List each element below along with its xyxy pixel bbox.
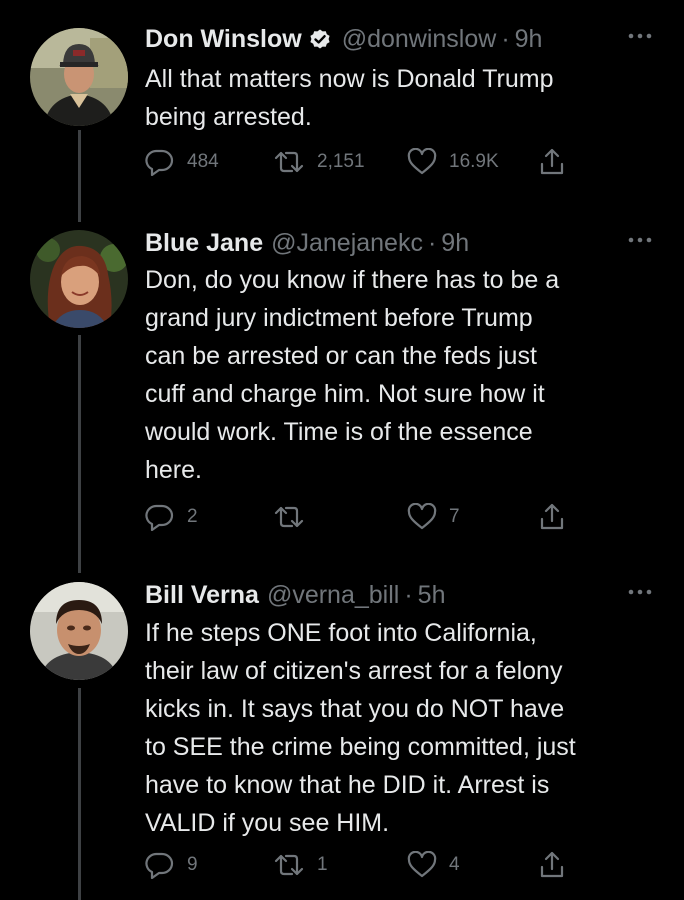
retweet-button[interactable] bbox=[273, 502, 317, 532]
tweet-header: Bill Verna @verna_bill · 5h bbox=[145, 578, 445, 612]
reply-count: 2 bbox=[187, 506, 198, 527]
reply-count: 484 bbox=[187, 151, 219, 172]
share-icon bbox=[538, 502, 566, 532]
display-name[interactable]: Bill Verna bbox=[145, 581, 259, 610]
avatar[interactable] bbox=[30, 230, 128, 328]
like-count: 16.9K bbox=[449, 151, 499, 172]
more-dots-icon[interactable] bbox=[626, 230, 654, 250]
action-bar: 9 1 4 bbox=[145, 850, 585, 880]
retweet-count: 2,151 bbox=[317, 151, 365, 172]
avatar[interactable] bbox=[30, 28, 128, 126]
reply-button[interactable]: 9 bbox=[145, 850, 198, 880]
retweet-count: 1 bbox=[317, 854, 328, 875]
handle[interactable]: @verna_bill bbox=[267, 581, 399, 610]
text-line: If he steps ONE foot into California, bbox=[145, 619, 537, 647]
share-icon bbox=[538, 147, 566, 177]
verified-badge-icon bbox=[308, 27, 332, 51]
share-button[interactable] bbox=[538, 147, 566, 177]
timestamp[interactable]: 9h bbox=[441, 229, 469, 258]
thread-connector bbox=[78, 335, 81, 573]
more-dots-icon[interactable] bbox=[626, 26, 654, 46]
text-line: Don, do you know if there has to be a bbox=[145, 266, 560, 294]
share-button[interactable] bbox=[538, 850, 566, 880]
text-line: cuff and charge him. Not sure how it bbox=[145, 380, 545, 408]
separator-dot: · bbox=[404, 580, 413, 609]
text-line: can be arrested or can the feds just bbox=[145, 342, 537, 370]
more-dots-icon[interactable] bbox=[626, 582, 654, 602]
like-count: 4 bbox=[449, 854, 460, 875]
like-button[interactable]: 4 bbox=[407, 850, 460, 880]
display-name[interactable]: Don Winslow bbox=[145, 25, 302, 54]
like-button[interactable]: 16.9K bbox=[407, 147, 499, 177]
reply-button[interactable]: 484 bbox=[145, 147, 219, 177]
separator-dot: · bbox=[427, 228, 437, 257]
share-button[interactable] bbox=[538, 502, 566, 532]
action-bar: 484 2,151 16.9K bbox=[145, 147, 585, 177]
tweet-text: Don, do you know if there has to be a gr… bbox=[145, 261, 665, 489]
share-icon bbox=[538, 850, 566, 880]
avatar[interactable] bbox=[30, 582, 128, 680]
thread-connector bbox=[78, 688, 81, 900]
reply-count: 9 bbox=[187, 854, 198, 875]
retweet-icon bbox=[273, 503, 305, 531]
heart-icon bbox=[407, 148, 437, 176]
text-line: VALID if you see HIM. bbox=[145, 809, 390, 837]
handle[interactable]: @donwinslow bbox=[342, 25, 497, 54]
text-line: have to know that he DID it. Arrest is bbox=[145, 771, 550, 799]
display-name[interactable]: Blue Jane bbox=[145, 229, 263, 258]
like-count: 7 bbox=[449, 506, 460, 527]
text-line: their law of citizen's arrest for a felo… bbox=[145, 657, 563, 685]
action-bar: 2 7 bbox=[145, 502, 585, 532]
text-line: to SEE the crime being committed, just bbox=[145, 733, 576, 761]
text-line: here. bbox=[145, 456, 202, 484]
timestamp[interactable]: 9h bbox=[515, 25, 543, 54]
reply-icon bbox=[145, 851, 175, 879]
reply-icon bbox=[145, 148, 175, 176]
retweet-icon bbox=[273, 851, 305, 879]
tweet-header: Don Winslow @donwinslow · 9h bbox=[145, 22, 542, 56]
tweet-text: All that matters now is Donald Trump bei… bbox=[145, 60, 665, 136]
like-button[interactable]: 7 bbox=[407, 502, 460, 532]
heart-icon bbox=[407, 503, 437, 531]
tweet-header: Blue Jane @Janejanekc · 9h bbox=[145, 226, 469, 260]
text-line: grand jury indictment before Trump bbox=[145, 304, 533, 332]
retweet-button[interactable]: 2,151 bbox=[273, 147, 365, 177]
thread-connector bbox=[78, 130, 81, 222]
heart-icon bbox=[407, 851, 437, 879]
reply-icon bbox=[145, 503, 175, 531]
text-line: All that matters now is Donald Trump bbox=[145, 65, 554, 93]
handle[interactable]: @Janejanekc bbox=[271, 229, 423, 258]
retweet-icon bbox=[273, 148, 305, 176]
text-line: being arrested. bbox=[145, 103, 312, 131]
tweet-text: If he steps ONE foot into California, th… bbox=[145, 614, 665, 842]
text-line: would work. Time is of the essence bbox=[145, 418, 533, 446]
text-line: kicks in. It says that you do NOT have bbox=[145, 695, 565, 723]
timestamp[interactable]: 5h bbox=[418, 581, 446, 610]
separator-dot: · bbox=[501, 24, 510, 53]
reply-button[interactable]: 2 bbox=[145, 502, 198, 532]
retweet-button[interactable]: 1 bbox=[273, 850, 328, 880]
